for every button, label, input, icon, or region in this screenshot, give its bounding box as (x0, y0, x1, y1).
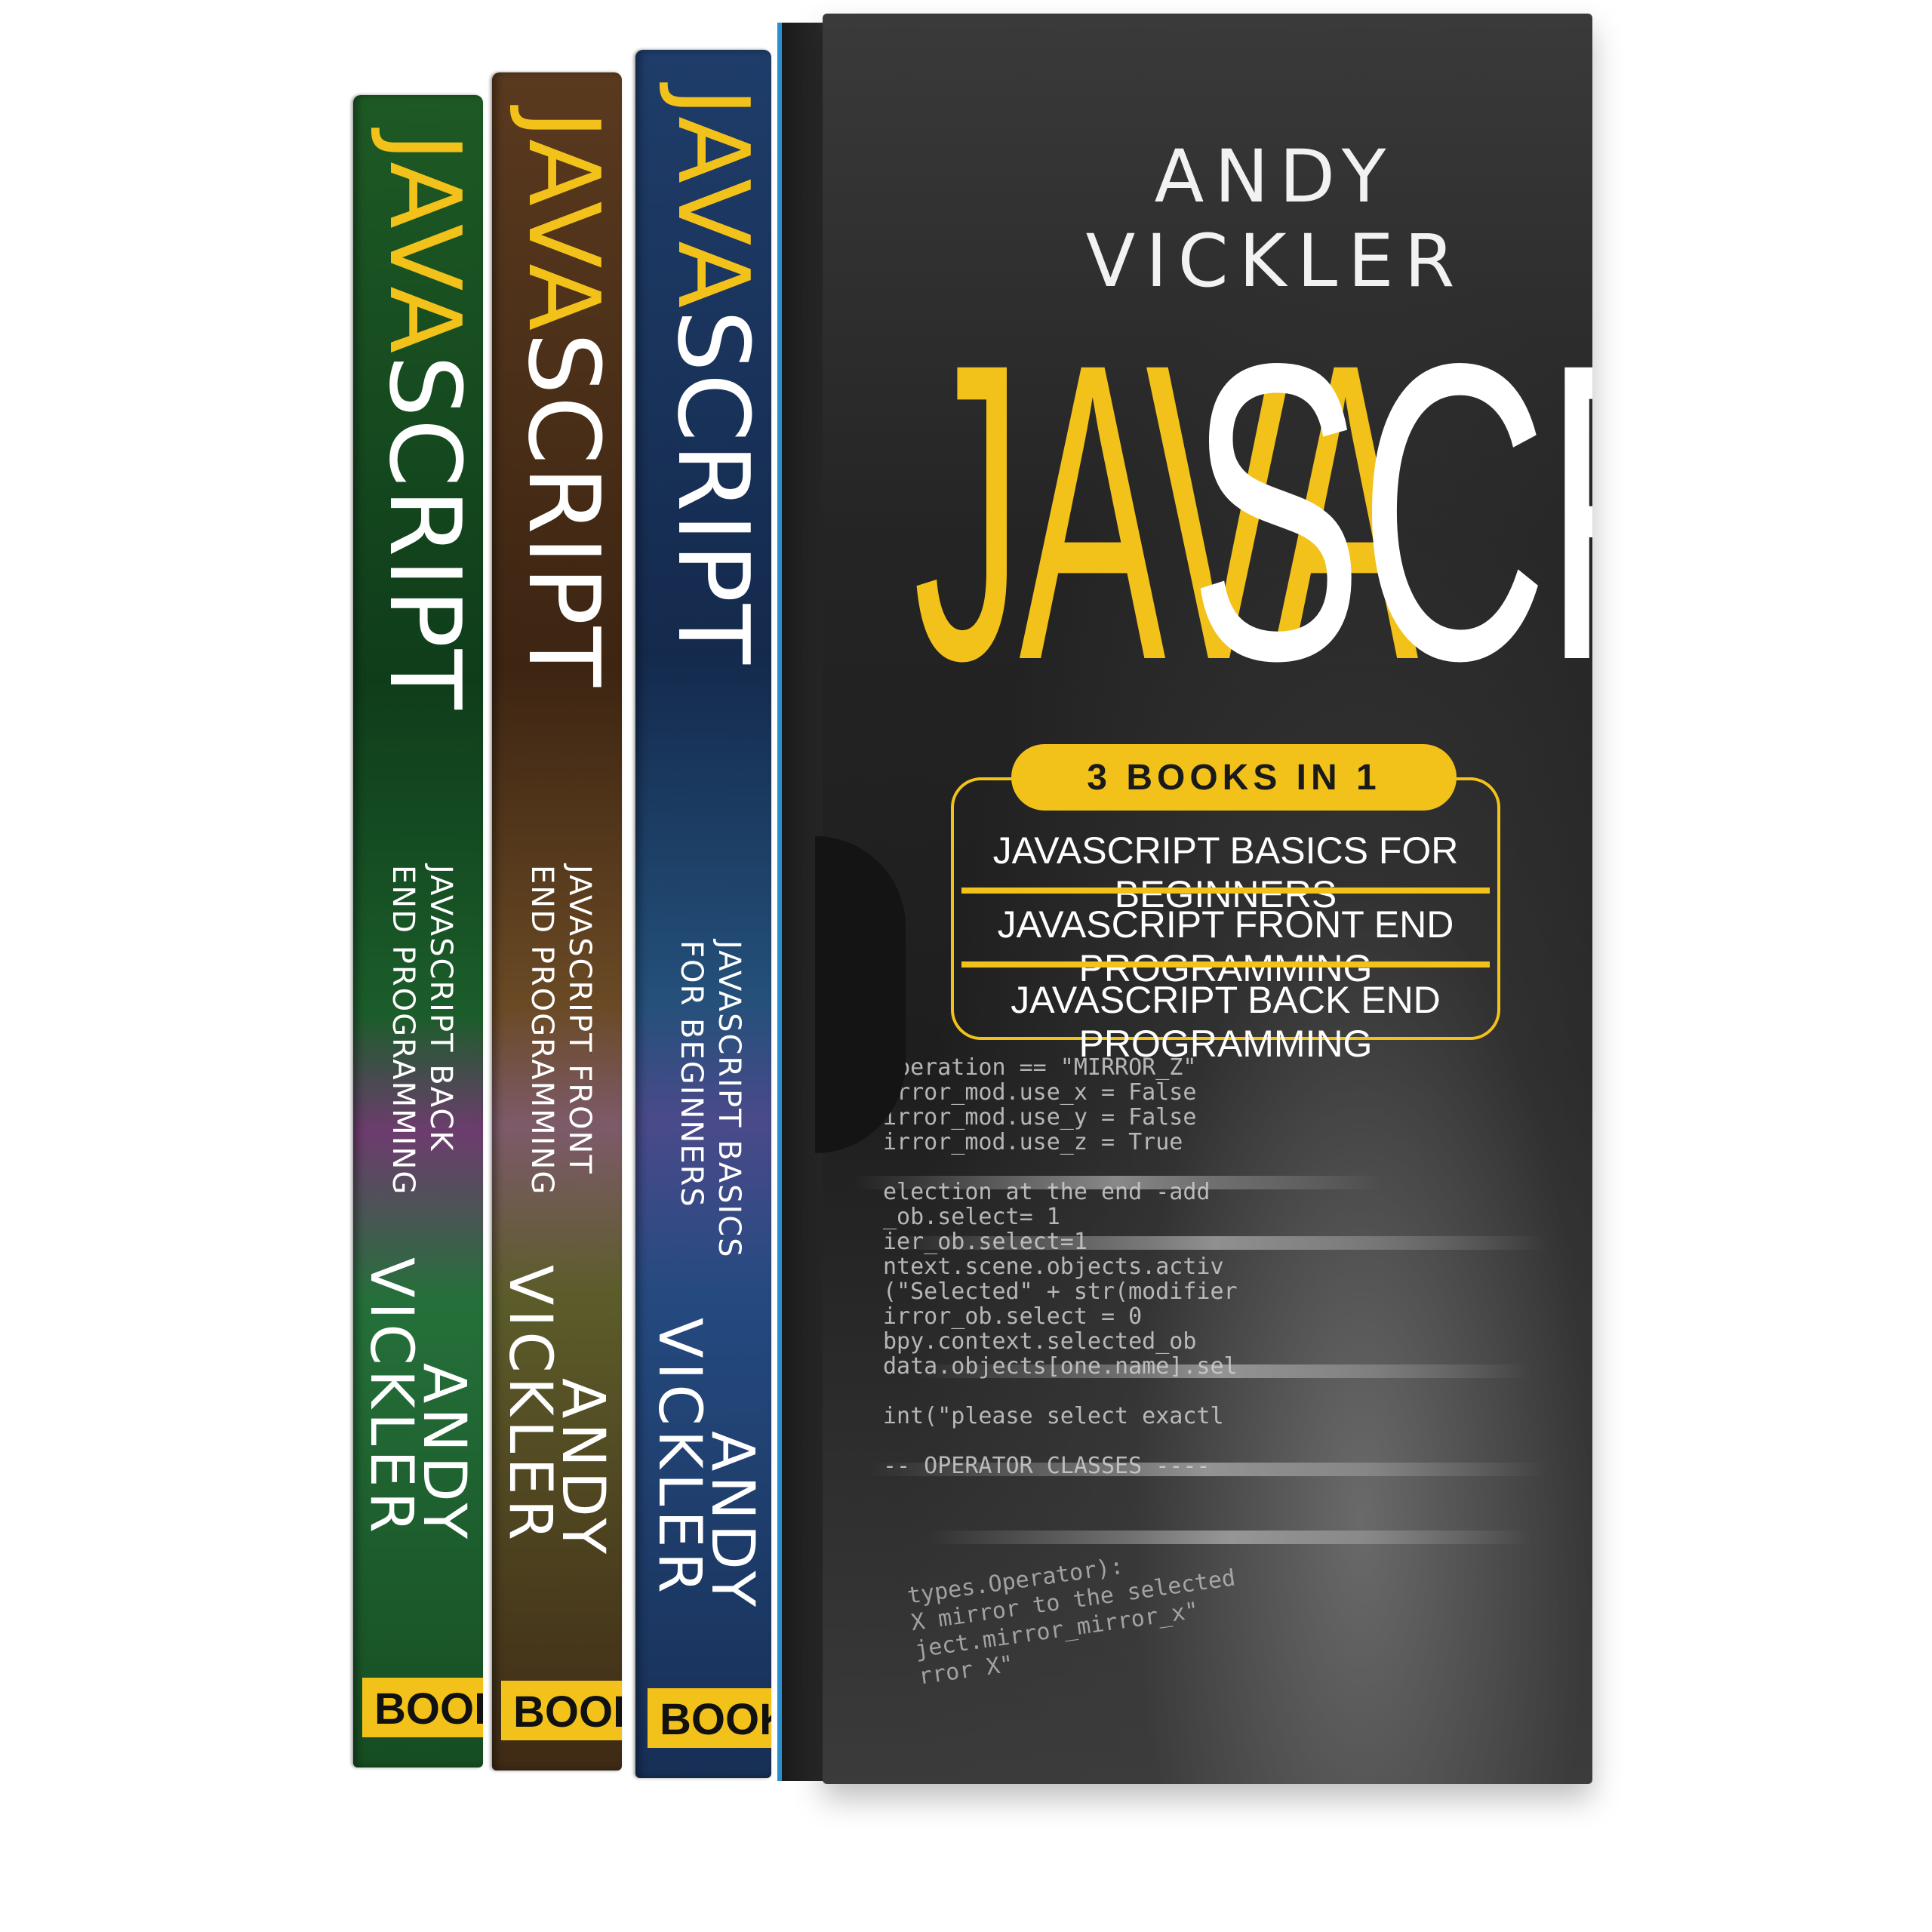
books-count-badge: 3 BOOKS IN 1 (1011, 744, 1457, 811)
spine-subtitle-line1: JAVASCRIPT FRONT (562, 865, 597, 1175)
code-line: election at the end -add (883, 1179, 1211, 1205)
code-line: int("please select exactl (883, 1403, 1224, 1429)
spine-subtitle-line2: END PROGRAMMING (525, 865, 559, 1196)
code-line: _ob.select= 1 (883, 1204, 1060, 1230)
spine-author-line2: VICKLER (645, 1318, 713, 1598)
book-list-divider (961, 888, 1490, 894)
spine-book-1: JAVASCRIPT JAVASCRIPT BASICS FOR BEGINNE… (635, 50, 771, 1778)
book-list-item-2: JAVASCRIPT FRONT END PROGRAMMING (997, 903, 1454, 989)
spine-author-line2: VICKLER (496, 1265, 564, 1545)
spine-subtitle-line2: END PROGRAMMING (386, 865, 420, 1196)
code-line: ("Selected" + str(modifier (883, 1278, 1238, 1305)
spine-book-3: JAVASCRIPT JAVASCRIPT BACK END PROGRAMMI… (353, 95, 483, 1767)
code-line: bpy.context.selected_ob (883, 1328, 1197, 1355)
code-line: irror_mod.use_y = False (883, 1104, 1197, 1131)
spine-book-label: BOOK 2 (501, 1681, 622, 1740)
code-line: ntext.scene.objects.activ (883, 1254, 1224, 1280)
book-list-divider (961, 961, 1490, 968)
spine-subtitle-line1: JAVASCRIPT BASICS (712, 940, 746, 1259)
code-line: data.objects[one.name].sel (883, 1353, 1238, 1380)
code-line: irror_mod.use_z = True (883, 1129, 1183, 1155)
spine-subtitle-line2: FOR BEGINNERS (674, 940, 709, 1208)
code-line: irror_ob.select = 0 (883, 1303, 1143, 1330)
box-front-cover: ANDY VICKLER JAVA SCRIPT JAVASCRIPT BASI… (823, 14, 1592, 1784)
box-finger-notch (815, 836, 906, 1153)
code-line: operation == "MIRROR_Z" (883, 1054, 1197, 1081)
book-list: JAVASCRIPT BASICS FOR BEGINNERS JAVASCRI… (951, 777, 1500, 1065)
spine-author-line2: VICKLER (357, 1257, 425, 1537)
spine-book-2: JAVASCRIPT JAVASCRIPT FRONT END PROGRAMM… (492, 72, 622, 1770)
product-image: JAVASCRIPT JAVASCRIPT BACK END PROGRAMMI… (0, 0, 1932, 1932)
spine-title: JAVASCRIPT (368, 133, 482, 711)
spine-title: JAVASCRIPT (506, 110, 621, 688)
cover-title-script: SCRIPT (1189, 275, 1592, 748)
cover-title: JAVA SCRIPT (913, 300, 1592, 723)
book-list-item-3: JAVASCRIPT BACK END PROGRAMMING (1011, 979, 1441, 1065)
spine-title: JAVASCRIPT (656, 88, 771, 666)
spine-book-label: BOOK 1 (648, 1688, 771, 1748)
spine-subtitle-line1: JAVASCRIPT BACK (423, 865, 458, 1152)
code-line: -- OPERATOR CLASSES ---- (883, 1453, 1211, 1479)
spine-book-label: BOOK 3 (362, 1678, 483, 1737)
code-line: ier_ob.select=1 (883, 1229, 1088, 1255)
code-line: irror_mod.use_x = False (883, 1079, 1197, 1106)
code-background: operation == "MIRROR_Z" irror_mod.use_x =… (883, 1055, 1562, 1478)
